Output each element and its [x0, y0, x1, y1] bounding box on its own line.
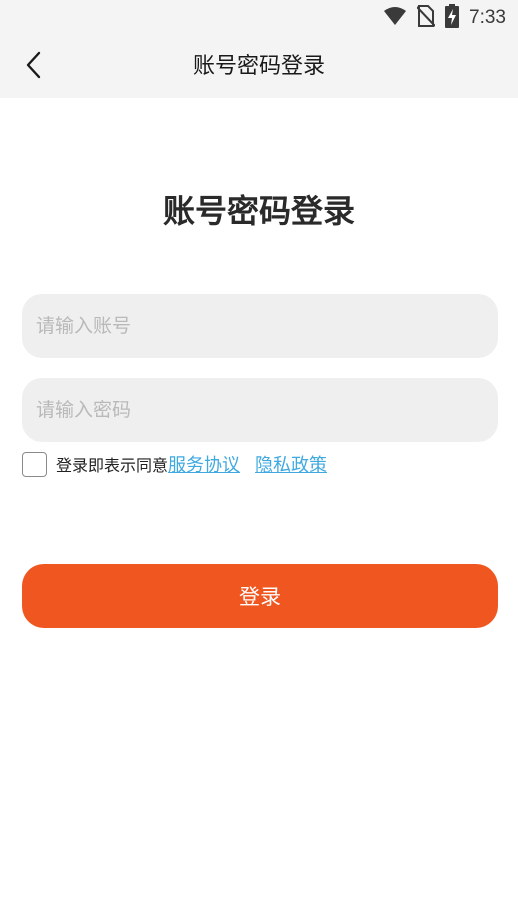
app-bar: 账号密码登录 — [0, 36, 518, 98]
page-heading: 账号密码登录 — [162, 192, 355, 230]
agreement-row: 登录即表示同意 服务协议 隐私政策 — [22, 450, 327, 478]
account-input[interactable] — [22, 294, 498, 358]
status-time: 7:33 — [469, 7, 506, 28]
no-sim-icon — [416, 5, 436, 31]
password-input[interactable] — [22, 378, 498, 442]
wifi-icon — [383, 6, 407, 30]
back-button[interactable] — [14, 47, 54, 87]
login-screen: 7:33 账号密码登录 账号密码登录 登录即表示同意 服务协议 隐私政策 登录 — [0, 0, 518, 923]
service-agreement-link[interactable]: 服务协议 — [168, 451, 240, 477]
status-icons: 7:33 — [383, 4, 506, 32]
status-bar: 7:33 — [0, 0, 518, 36]
app-bar-title: 账号密码登录 — [192, 54, 325, 79]
login-button[interactable]: 登录 — [22, 564, 498, 628]
agreement-checkbox[interactable] — [22, 451, 47, 477]
battery-charging-icon — [445, 4, 460, 32]
agreement-text: 登录即表示同意 — [56, 456, 169, 475]
privacy-policy-link[interactable]: 隐私政策 — [255, 451, 327, 477]
chevron-left-icon — [24, 50, 44, 84]
